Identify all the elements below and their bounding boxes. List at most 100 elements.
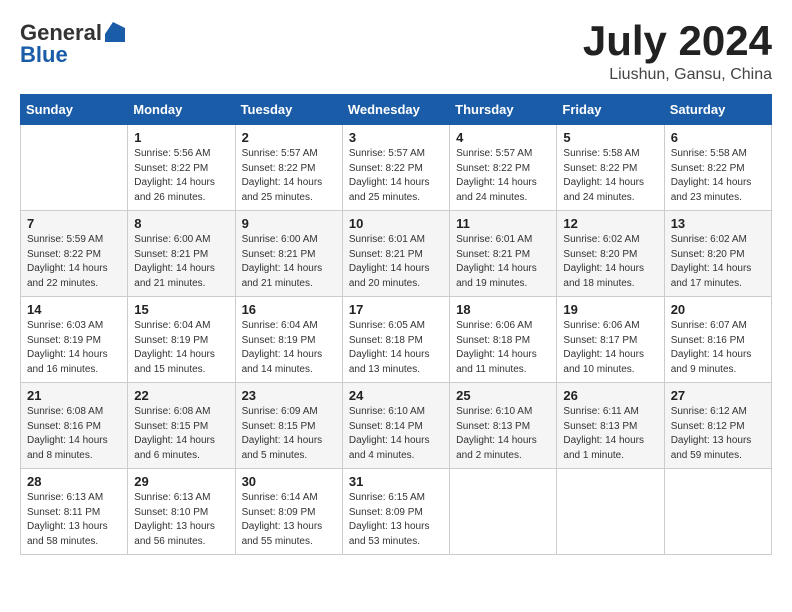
calendar-cell: 18 Sunrise: 6:06 AM Sunset: 8:18 PM Dayli… (450, 297, 557, 383)
day-info: Sunrise: 6:14 AM Sunset: 8:09 PM Dayligh… (242, 491, 336, 549)
calendar-cell: 6 Sunrise: 5:58 AM Sunset: 8:22 PM Daylig… (664, 125, 771, 211)
day-number: 6 (671, 130, 765, 145)
calendar-cell: 17Sunrise: 6:05 AM Sunset: 8:18 PM Dayli… (342, 297, 449, 383)
day-number: 19 (563, 302, 657, 317)
day-info: Sunrise: 5:58 AM Sunset: 8:22 PM Dayligh… (671, 147, 765, 205)
day-number: 16 (242, 302, 336, 317)
calendar-cell (664, 469, 771, 555)
page-header: General Blue July 2024 Liushun, Gansu, C… (20, 20, 772, 84)
day-number: 3 (349, 130, 443, 145)
day-number: 2 (242, 130, 336, 145)
day-info: Sunrise: 6:15 AM Sunset: 8:09 PM Dayligh… (349, 491, 443, 549)
day-number: 1 (134, 130, 228, 145)
title-block: July 2024 Liushun, Gansu, China (583, 20, 772, 84)
day-number: 10 (349, 216, 443, 231)
day-info: Sunrise: 6:02 AM Sunset: 8:20 PM Dayligh… (671, 233, 765, 291)
calendar-cell: 24 Sunrise: 6:10 AM Sunset: 8:14 PM Dayli… (342, 383, 449, 469)
calendar-cell: 5 Sunrise: 5:58 AM Sunset: 8:22 PM Daylig… (557, 125, 664, 211)
calendar-cell: 26Sunrise: 6:11 AM Sunset: 8:13 PM Dayli… (557, 383, 664, 469)
day-info: Sunrise: 6:02 AM Sunset: 8:20 PM Dayligh… (563, 233, 657, 291)
day-info: Sunrise: 5:57 AM Sunset: 8:22 PM Dayligh… (349, 147, 443, 205)
weekday-header-row: Sunday Monday Tuesday Wednesday Thursday… (21, 95, 772, 125)
day-info: Sunrise: 5:59 AM Sunset: 8:22 PM Dayligh… (27, 233, 121, 291)
header-sunday: Sunday (21, 95, 128, 125)
calendar-cell: 20 Sunrise: 6:07 AM Sunset: 8:16 PM Dayli… (664, 297, 771, 383)
day-number: 18 (456, 302, 550, 317)
day-info: Sunrise: 5:57 AM Sunset: 8:22 PM Dayligh… (456, 147, 550, 205)
day-info: Sunrise: 6:04 AM Sunset: 8:19 PM Dayligh… (242, 319, 336, 377)
calendar-week-3: 14 Sunrise: 6:03 AM Sunset: 8:19 PM Dayli… (21, 297, 772, 383)
header-friday: Friday (557, 95, 664, 125)
day-info: Sunrise: 6:13 AM Sunset: 8:10 PM Dayligh… (134, 491, 228, 549)
day-number: 21 (27, 388, 121, 403)
calendar-cell: 27Sunrise: 6:12 AM Sunset: 8:12 PM Dayli… (664, 383, 771, 469)
logo-blue: Blue (20, 42, 68, 68)
calendar: Sunday Monday Tuesday Wednesday Thursday… (20, 94, 772, 555)
calendar-week-4: 21Sunrise: 6:08 AM Sunset: 8:16 PM Dayli… (21, 383, 772, 469)
calendar-week-5: 28Sunrise: 6:13 AM Sunset: 8:11 PM Dayli… (21, 469, 772, 555)
day-info: Sunrise: 6:01 AM Sunset: 8:21 PM Dayligh… (349, 233, 443, 291)
day-info: Sunrise: 6:09 AM Sunset: 8:15 PM Dayligh… (242, 405, 336, 463)
day-info: Sunrise: 6:10 AM Sunset: 8:13 PM Dayligh… (456, 405, 550, 463)
day-number: 4 (456, 130, 550, 145)
day-number: 9 (242, 216, 336, 231)
calendar-cell (557, 469, 664, 555)
header-tuesday: Tuesday (235, 95, 342, 125)
calendar-cell: 13 Sunrise: 6:02 AM Sunset: 8:20 PM Dayli… (664, 211, 771, 297)
calendar-cell: 12 Sunrise: 6:02 AM Sunset: 8:20 PM Dayli… (557, 211, 664, 297)
calendar-cell: 30 Sunrise: 6:14 AM Sunset: 8:09 PM Dayli… (235, 469, 342, 555)
day-info: Sunrise: 6:07 AM Sunset: 8:16 PM Dayligh… (671, 319, 765, 377)
calendar-cell: 9Sunrise: 6:00 AM Sunset: 8:21 PM Daylig… (235, 211, 342, 297)
day-info: Sunrise: 6:00 AM Sunset: 8:21 PM Dayligh… (134, 233, 228, 291)
calendar-cell (21, 125, 128, 211)
day-number: 28 (27, 474, 121, 489)
day-number: 25 (456, 388, 550, 403)
day-number: 7 (27, 216, 121, 231)
calendar-week-2: 7 Sunrise: 5:59 AM Sunset: 8:22 PM Daylig… (21, 211, 772, 297)
calendar-cell (450, 469, 557, 555)
day-number: 24 (349, 388, 443, 403)
day-number: 13 (671, 216, 765, 231)
day-number: 11 (456, 216, 550, 231)
day-info: Sunrise: 6:10 AM Sunset: 8:14 PM Dayligh… (349, 405, 443, 463)
calendar-cell: 11Sunrise: 6:01 AM Sunset: 8:21 PM Dayli… (450, 211, 557, 297)
calendar-cell: 14 Sunrise: 6:03 AM Sunset: 8:19 PM Dayli… (21, 297, 128, 383)
calendar-cell: 16 Sunrise: 6:04 AM Sunset: 8:19 PM Dayli… (235, 297, 342, 383)
calendar-cell: 31Sunrise: 6:15 AM Sunset: 8:09 PM Dayli… (342, 469, 449, 555)
calendar-week-1: 1 Sunrise: 5:56 AM Sunset: 8:22 PM Daylig… (21, 125, 772, 211)
day-number: 12 (563, 216, 657, 231)
header-wednesday: Wednesday (342, 95, 449, 125)
calendar-cell: 29Sunrise: 6:13 AM Sunset: 8:10 PM Dayli… (128, 469, 235, 555)
day-number: 23 (242, 388, 336, 403)
day-number: 14 (27, 302, 121, 317)
header-monday: Monday (128, 95, 235, 125)
calendar-cell: 4 Sunrise: 5:57 AM Sunset: 8:22 PM Daylig… (450, 125, 557, 211)
header-saturday: Saturday (664, 95, 771, 125)
calendar-cell: 1 Sunrise: 5:56 AM Sunset: 8:22 PM Daylig… (128, 125, 235, 211)
calendar-cell: 10 Sunrise: 6:01 AM Sunset: 8:21 PM Dayli… (342, 211, 449, 297)
day-number: 22 (134, 388, 228, 403)
day-info: Sunrise: 5:57 AM Sunset: 8:22 PM Dayligh… (242, 147, 336, 205)
month-title: July 2024 (583, 20, 772, 62)
day-number: 5 (563, 130, 657, 145)
day-info: Sunrise: 6:06 AM Sunset: 8:18 PM Dayligh… (456, 319, 550, 377)
day-info: Sunrise: 6:12 AM Sunset: 8:12 PM Dayligh… (671, 405, 765, 463)
header-thursday: Thursday (450, 95, 557, 125)
day-number: 30 (242, 474, 336, 489)
day-info: Sunrise: 5:58 AM Sunset: 8:22 PM Dayligh… (563, 147, 657, 205)
calendar-cell: 21Sunrise: 6:08 AM Sunset: 8:16 PM Dayli… (21, 383, 128, 469)
calendar-cell: 28Sunrise: 6:13 AM Sunset: 8:11 PM Dayli… (21, 469, 128, 555)
calendar-cell: 25 Sunrise: 6:10 AM Sunset: 8:13 PM Dayli… (450, 383, 557, 469)
calendar-cell: 23 Sunrise: 6:09 AM Sunset: 8:15 PM Dayli… (235, 383, 342, 469)
day-info: Sunrise: 6:03 AM Sunset: 8:19 PM Dayligh… (27, 319, 121, 377)
calendar-cell: 15Sunrise: 6:04 AM Sunset: 8:19 PM Dayli… (128, 297, 235, 383)
logo-icon (103, 20, 125, 42)
calendar-cell: 7 Sunrise: 5:59 AM Sunset: 8:22 PM Daylig… (21, 211, 128, 297)
day-info: Sunrise: 5:56 AM Sunset: 8:22 PM Dayligh… (134, 147, 228, 205)
day-number: 20 (671, 302, 765, 317)
day-number: 26 (563, 388, 657, 403)
location: Liushun, Gansu, China (583, 66, 772, 84)
calendar-cell: 2 Sunrise: 5:57 AM Sunset: 8:22 PM Daylig… (235, 125, 342, 211)
day-number: 8 (134, 216, 228, 231)
calendar-cell: 19Sunrise: 6:06 AM Sunset: 8:17 PM Dayli… (557, 297, 664, 383)
